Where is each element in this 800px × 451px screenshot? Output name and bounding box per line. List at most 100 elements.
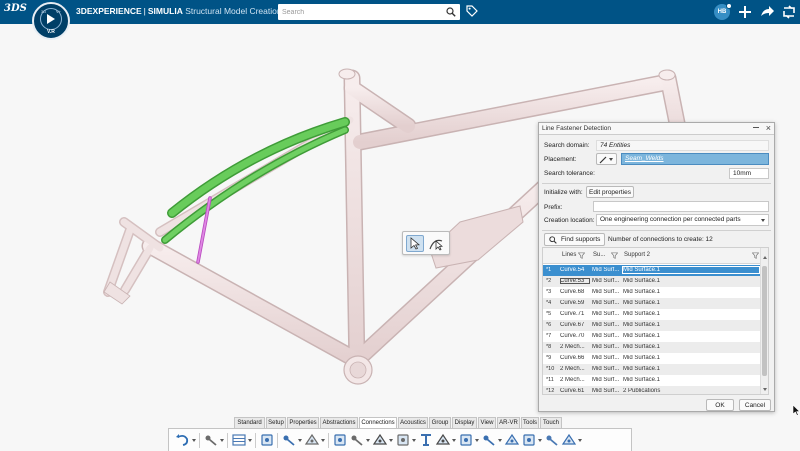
support1-cell[interactable]: Mid Surf...	[592, 267, 620, 273]
support2-cell[interactable]: Mid Surface.1	[623, 377, 759, 383]
beam-icon[interactable]	[418, 432, 434, 448]
row-index[interactable]: *3	[546, 289, 556, 295]
chevron-down-icon[interactable]	[192, 439, 196, 442]
compass-widget[interactable]: 3D V+ V.R	[32, 2, 70, 40]
tab-touch[interactable]: Touch	[540, 417, 562, 428]
collaborate-icon[interactable]	[781, 4, 797, 20]
line-cell[interactable]: Curve.61	[560, 388, 590, 394]
share-icon[interactable]	[759, 4, 775, 20]
table-row[interactable]: *5 Curve.71 Mid Surf... Mid Surface.1	[543, 309, 761, 320]
select-geometry-button[interactable]	[428, 235, 446, 252]
chevron-down-icon[interactable]	[578, 439, 582, 442]
support2-cell[interactable]: Mid Surface.1	[623, 289, 759, 295]
support2-cell[interactable]: Mid Surface.1	[623, 355, 759, 361]
row-index[interactable]: *10	[546, 366, 556, 372]
tab-acoustics[interactable]: Acoustics	[398, 417, 428, 428]
table-row[interactable]: *10 2 Mech... Mid Surf... Mid Surface.1	[543, 364, 761, 375]
part-icon[interactable]	[203, 432, 219, 448]
edit-properties-button[interactable]: Edit properties	[586, 186, 634, 198]
creation-location-dropdown[interactable]: One engineering connection per connected…	[596, 214, 769, 226]
tag-icon[interactable]	[466, 5, 478, 17]
tab-setup[interactable]: Setup	[266, 417, 286, 428]
tab-view[interactable]: View	[478, 417, 496, 428]
row-index[interactable]: *11	[546, 377, 556, 383]
tab-abstractions[interactable]: Abstractions	[320, 417, 358, 428]
line-cell[interactable]: Curve.54	[560, 267, 590, 273]
row-index[interactable]: *1	[546, 267, 556, 273]
filter-icon[interactable]	[752, 252, 759, 259]
row-index[interactable]: *6	[546, 322, 556, 328]
chevron-down-icon[interactable]	[389, 439, 393, 442]
ok-button[interactable]: OK	[706, 399, 734, 411]
support2-cell[interactable]: Mid Surface.1	[623, 278, 759, 284]
support1-cell[interactable]: Mid Surf...	[592, 311, 620, 317]
line-cell[interactable]: Curve.71	[560, 311, 590, 317]
support2-cell[interactable]: Mid Surface.1	[623, 344, 759, 350]
line-cell[interactable]: Curve.59	[560, 300, 590, 306]
column-header-support1[interactable]: Su...	[593, 252, 605, 258]
filter-icon[interactable]	[578, 252, 585, 259]
support2-cell[interactable]: Mid Surface.1	[623, 322, 759, 328]
clamp-icon[interactable]	[544, 432, 560, 448]
line-cell[interactable]: 2 Mech...	[560, 366, 590, 372]
3ds-logo-icon[interactable]: 3DS	[4, 3, 27, 21]
search-tolerance-field[interactable]: 10mm	[729, 168, 769, 179]
cancel-button[interactable]: Cancel	[739, 399, 771, 411]
table-row[interactable]: *1 Curve.54 Mid Surf... Mid Surface.1	[543, 265, 761, 276]
chevron-down-icon[interactable]	[298, 439, 302, 442]
chevron-down-icon[interactable]	[366, 439, 370, 442]
support1-cell[interactable]: Mid Surf...	[592, 355, 620, 361]
joint-icon[interactable]	[435, 432, 451, 448]
find-supports-button[interactable]: Find supports	[544, 233, 605, 246]
add-icon[interactable]	[737, 4, 753, 20]
line-cell[interactable]: Curve.68	[560, 289, 590, 295]
line-cell[interactable]: 2 Mech...	[560, 377, 590, 383]
line-fastener-icon[interactable]	[332, 432, 348, 448]
support1-cell[interactable]: Mid Surf...	[592, 300, 620, 306]
support1-cell[interactable]: Mid Surf...	[592, 289, 620, 295]
support2-cell[interactable]: Mid Surface.1	[623, 333, 759, 339]
support1-cell[interactable]: Mid Surf...	[592, 388, 620, 394]
table-row[interactable]: *3 Curve.68 Mid Surf... Mid Surface.1	[543, 287, 761, 298]
table-row[interactable]: *9 Curve.66 Mid Surf... Mid Surface.1	[543, 353, 761, 364]
tab-properties[interactable]: Properties	[287, 417, 319, 428]
chevron-down-icon[interactable]	[412, 439, 416, 442]
table-row[interactable]: *11 2 Mech... Mid Surf... Mid Surface.1	[543, 375, 761, 386]
filter-icon[interactable]	[611, 252, 618, 259]
tab-group[interactable]: Group	[429, 417, 451, 428]
search-input[interactable]	[278, 4, 440, 20]
tab-display[interactable]: Display	[452, 417, 477, 428]
chevron-down-icon[interactable]	[538, 439, 542, 442]
scroll-up-icon[interactable]	[763, 256, 767, 259]
support1-cell[interactable]: Mid Surf...	[592, 344, 620, 350]
tie-icon[interactable]	[521, 432, 537, 448]
table-row[interactable]: *2 Curve.53 Mid Surf... Mid Surface.1	[543, 276, 761, 287]
table-row[interactable]: *8 2 Mech... Mid Surf... Mid Surface.1	[543, 342, 761, 353]
support1-cell[interactable]: Mid Surf...	[592, 322, 620, 328]
row-index[interactable]: *7	[546, 333, 556, 339]
table-row[interactable]: *12 Curve.61 Mid Surf... 2 Publications	[543, 386, 761, 394]
line-cell[interactable]: Curve.66	[560, 355, 590, 361]
column-header-lines[interactable]: Lines	[562, 252, 576, 258]
pin-icon[interactable]	[349, 432, 365, 448]
rigid-icon[interactable]	[504, 432, 520, 448]
chevron-down-icon[interactable]	[220, 439, 224, 442]
row-index[interactable]: *9	[546, 355, 556, 361]
chevron-down-icon[interactable]	[452, 439, 456, 442]
support1-cell[interactable]: Mid Surf...	[592, 377, 620, 383]
support2-cell[interactable]: Mid Surface.1	[623, 366, 759, 372]
search-domain-field[interactable]: 74 Entities	[596, 140, 769, 151]
connector-icon[interactable]	[372, 432, 388, 448]
user-avatar[interactable]: HB	[714, 3, 732, 20]
tab-connections[interactable]: Connections	[359, 417, 397, 428]
tab-tools[interactable]: Tools	[521, 417, 539, 428]
row-index[interactable]: *5	[546, 311, 556, 317]
surface-fastener-icon[interactable]	[481, 432, 497, 448]
detect-fastener-icon[interactable]	[458, 432, 474, 448]
support2-cell[interactable]: Mid Surface.1	[623, 311, 759, 317]
chevron-down-icon[interactable]	[248, 439, 252, 442]
column-header-support2[interactable]: Support 2	[624, 252, 650, 258]
close-icon[interactable]: ×	[766, 123, 771, 134]
support1-cell[interactable]: Mid Surf...	[592, 333, 620, 339]
line-cell[interactable]: Curve.67	[560, 322, 590, 328]
